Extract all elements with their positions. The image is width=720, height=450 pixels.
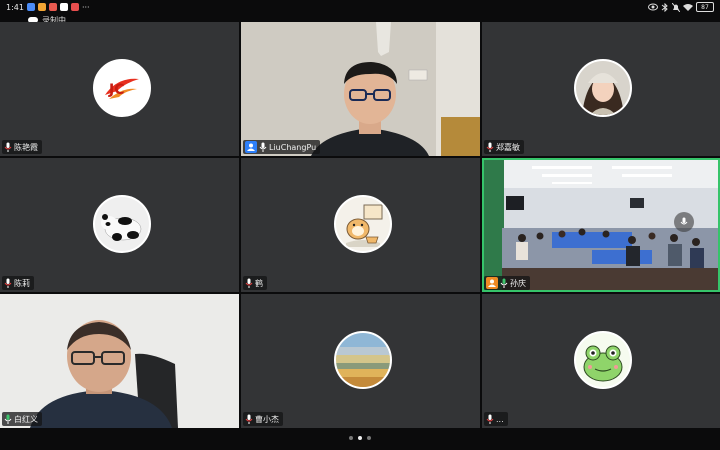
mic-icon [486, 142, 494, 152]
clock: 1:41 [6, 2, 24, 12]
mic-icon [680, 217, 688, 225]
participant-tile[interactable]: JC 陈艳霞 [0, 22, 239, 156]
participant-name: 孙庆 [510, 278, 526, 288]
app-notification-icon [37, 3, 46, 11]
participant-name: LiuChangPu [269, 142, 317, 152]
battery-level: 87 [701, 3, 709, 11]
page-dot[interactable] [349, 436, 353, 440]
participant-name-tag: 白红义 [2, 412, 42, 426]
status-bar-left: 1:41 ··· [6, 3, 90, 12]
participant-name-tag: 郑嘉敏 [484, 140, 524, 154]
mic-icon [486, 414, 494, 424]
wifi-icon [683, 4, 693, 11]
participant-name: 鹤 [255, 278, 263, 288]
participant-name: 郑嘉敏 [496, 142, 520, 152]
battery-icon: 87 [696, 2, 714, 12]
app-notification-icon [26, 3, 35, 11]
logo-avatar: JC [92, 59, 151, 117]
participant-name-tag: ... [484, 412, 508, 426]
mic-icon [245, 414, 253, 424]
app-notification-icon [59, 3, 68, 11]
cohost-icon [486, 277, 498, 289]
participant-name: 陈莉 [14, 278, 30, 288]
app-notification-icon [48, 3, 57, 11]
hamster-avatar [333, 195, 392, 253]
participant-video [0, 294, 239, 428]
host-icon [245, 141, 257, 153]
mute-bell-icon [672, 2, 680, 12]
participant-name-tag: 陈莉 [2, 276, 34, 290]
more-notifications-icon: ··· [81, 2, 90, 12]
bluetooth-icon [661, 2, 668, 12]
participant-name-tag: LiuChangPu [243, 140, 321, 154]
participant-tile[interactable]: ... [482, 294, 720, 428]
participant-name-tag: 陈艳霞 [2, 140, 42, 154]
speaking-indicator [674, 212, 694, 232]
eye-icon [648, 3, 658, 11]
panda-avatar [92, 195, 151, 253]
participant-video [241, 22, 480, 156]
participant-tile[interactable]: 曹小杰 [241, 294, 480, 428]
participant-tile[interactable]: LiuChangPu [241, 22, 480, 156]
participant-name: ... [496, 414, 504, 424]
page-dot-current[interactable] [358, 436, 362, 440]
landscape-avatar [333, 331, 392, 389]
participant-name-tag: 鹤 [243, 276, 267, 290]
status-bar: 1:41 ··· 87 [0, 0, 720, 14]
participant-name: 陈艳霞 [14, 142, 38, 152]
mic-icon [4, 142, 12, 152]
participant-tile-active-speaker[interactable]: 孙庆 [482, 158, 720, 292]
mic-icon [4, 414, 12, 424]
participant-name-tag: 曹小杰 [243, 412, 283, 426]
participant-tile[interactable]: 陈莉 [0, 158, 239, 292]
participant-name-tag: 孙庆 [484, 276, 530, 290]
girl-photo-avatar [574, 59, 632, 117]
participant-tile[interactable]: 鹤 [241, 158, 480, 292]
mic-icon [4, 278, 12, 288]
mic-icon [259, 142, 267, 152]
mic-icon [500, 278, 508, 288]
mic-icon [245, 278, 253, 288]
participant-name: 白红义 [14, 414, 38, 424]
participant-name: 曹小杰 [255, 414, 279, 424]
app-notification-icon [70, 3, 79, 11]
participant-tile[interactable]: 白红义 [0, 294, 239, 428]
frog-avatar [574, 331, 632, 389]
participant-tile[interactable]: 郑嘉敏 [482, 22, 720, 156]
page-dot[interactable] [367, 436, 371, 440]
svg-text:JC: JC [108, 82, 124, 98]
video-grid: JC 陈艳霞 LiuChangPu 郑嘉敏 陈莉 鹤 孙庆 白红义 曹小杰 ..… [0, 22, 720, 430]
status-bar-right: 87 [648, 2, 714, 12]
page-indicator[interactable] [0, 432, 720, 444]
